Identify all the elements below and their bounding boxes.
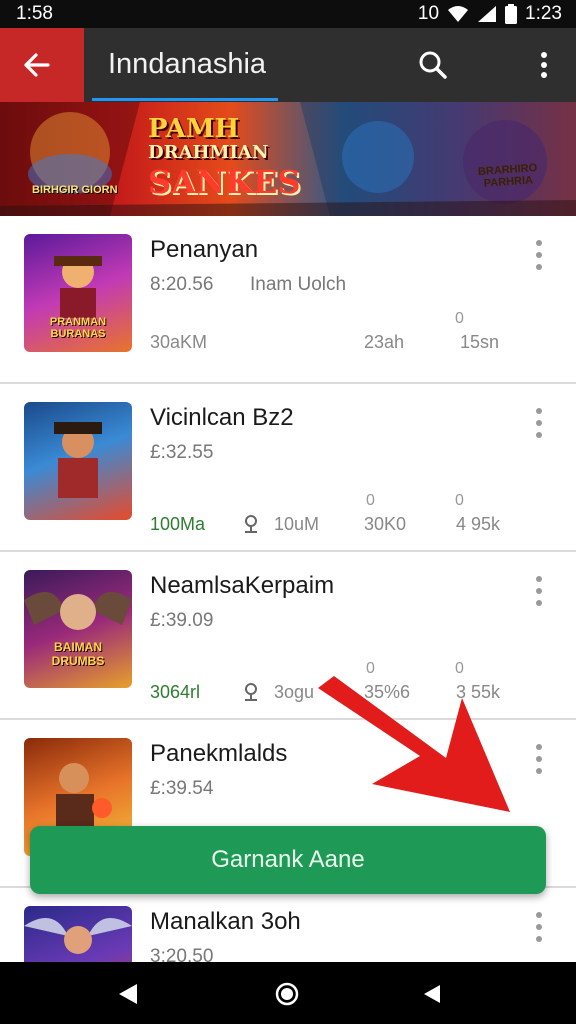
game-subtitle: Inam Uolch xyxy=(250,274,347,295)
game-thumbnail: BAIMAN DRUMBS xyxy=(24,570,132,688)
game-thumbnail xyxy=(24,402,132,520)
game-title: NeamlsaKerpaim xyxy=(150,572,335,599)
status-time: 1:58 xyxy=(16,3,53,24)
status-icons: 10 1:23 xyxy=(418,3,562,25)
game-title: Vicinlcan Bz2 xyxy=(150,404,294,431)
stat-right: 15sn xyxy=(460,332,500,352)
game-price: £:39.09 xyxy=(150,610,214,631)
status-clock-right: 1:23 xyxy=(525,3,562,24)
list-item[interactable]: Vicinlcan Bz2 £:32.55 0 0 100Ma 10uM 30K… xyxy=(0,384,576,553)
stat-col3: 30K0 xyxy=(364,514,407,534)
status-extra-text: 10 xyxy=(417,3,440,24)
nav-home-icon[interactable] xyxy=(275,982,299,1006)
stat-mid: 23ah xyxy=(364,332,405,352)
thumbnail-art xyxy=(24,592,132,630)
page-title: Inndanashia xyxy=(108,48,267,80)
game-price: 8:20.56 xyxy=(150,274,214,295)
stat-col4: 4 95k xyxy=(456,514,501,534)
more-vert-icon[interactable] xyxy=(530,238,548,274)
more-vert-icon[interactable] xyxy=(532,50,556,80)
game-title: Panekmlalds xyxy=(150,740,288,767)
stat-col3: 35%6 xyxy=(364,682,411,702)
wifi-icon xyxy=(448,6,469,22)
more-vert-icon[interactable] xyxy=(530,742,548,778)
stat-search: 3ogu xyxy=(274,682,315,702)
stat-downloads: 3064rl xyxy=(150,682,201,702)
stat-zero: 0 xyxy=(366,660,375,677)
app-bar: Inndanashia xyxy=(0,28,576,102)
game-title: Manalkan 3oh xyxy=(150,908,301,935)
search-icon[interactable] xyxy=(416,48,450,82)
back-arrow-icon xyxy=(24,53,50,77)
list-item[interactable]: BAIMAN DRUMBS NeamlsaKerpaim £:39.09 0 0… xyxy=(0,552,576,721)
thumbnail-label: BAIMAN DRUMBS xyxy=(51,640,105,668)
more-vert-icon[interactable] xyxy=(530,574,548,610)
stat-col4: 3 55k xyxy=(456,682,501,702)
stat-downloads: 100Ma xyxy=(150,514,206,534)
status-bar: 1:58 10 1:23 xyxy=(0,0,576,28)
banner-left-badge: BIRHGIR GIORN xyxy=(32,184,118,196)
promo-banner[interactable]: PAMH DRAHMIAN SANKES BIRHGIR GIORN BRARH… xyxy=(0,102,576,216)
stat-left: 30aKM xyxy=(150,332,208,352)
stat-search: 10uM xyxy=(274,514,320,534)
pin-icon xyxy=(245,683,257,701)
cta-label: Garnank Aane xyxy=(211,846,365,873)
pin-icon xyxy=(245,515,257,533)
list-item[interactable]: Manalkan 3oh 3:20.50 xyxy=(0,888,576,962)
battery-icon xyxy=(505,4,518,24)
game-thumbnail: PRANMAN BURANAS xyxy=(24,234,132,352)
game-price: £:32.55 xyxy=(150,442,214,463)
nav-back-icon[interactable] xyxy=(117,982,139,1006)
banner-title-line2: DRAHMIAN xyxy=(148,142,269,163)
banner-title-line1: PAMH xyxy=(148,114,240,144)
title-underline xyxy=(92,98,278,101)
stat-zero: 0 xyxy=(366,492,375,509)
banner-title-block: PAMH DRAHMIAN SANKES xyxy=(148,116,308,200)
back-button[interactable] xyxy=(0,28,84,102)
thumbnail-art xyxy=(54,422,102,498)
thumbnail-art xyxy=(24,918,132,954)
stat-zero: 0 xyxy=(455,310,464,327)
more-vert-icon[interactable] xyxy=(530,910,548,946)
game-title: Penanyan xyxy=(150,236,259,263)
nav-recents-icon[interactable] xyxy=(422,983,442,1005)
banner-title-line3: SANKES xyxy=(148,163,301,201)
signal-icon xyxy=(478,6,497,22)
game-price: £:39.54 xyxy=(150,778,214,799)
list-item[interactable]: PRANMAN BURANAS Penanyan 8:20.56 Inam Uo… xyxy=(0,216,576,385)
game-thumbnail xyxy=(24,906,132,962)
stat-zero: 0 xyxy=(455,492,464,509)
stat-zero: 0 xyxy=(455,660,464,677)
primary-cta-button[interactable]: Garnank Aane xyxy=(30,826,546,894)
more-vert-icon[interactable] xyxy=(530,406,548,442)
game-price: 3:20.50 xyxy=(150,946,214,962)
thumbnail-label: PRANMAN BURANAS xyxy=(49,316,107,340)
system-nav-bar xyxy=(0,962,576,1024)
